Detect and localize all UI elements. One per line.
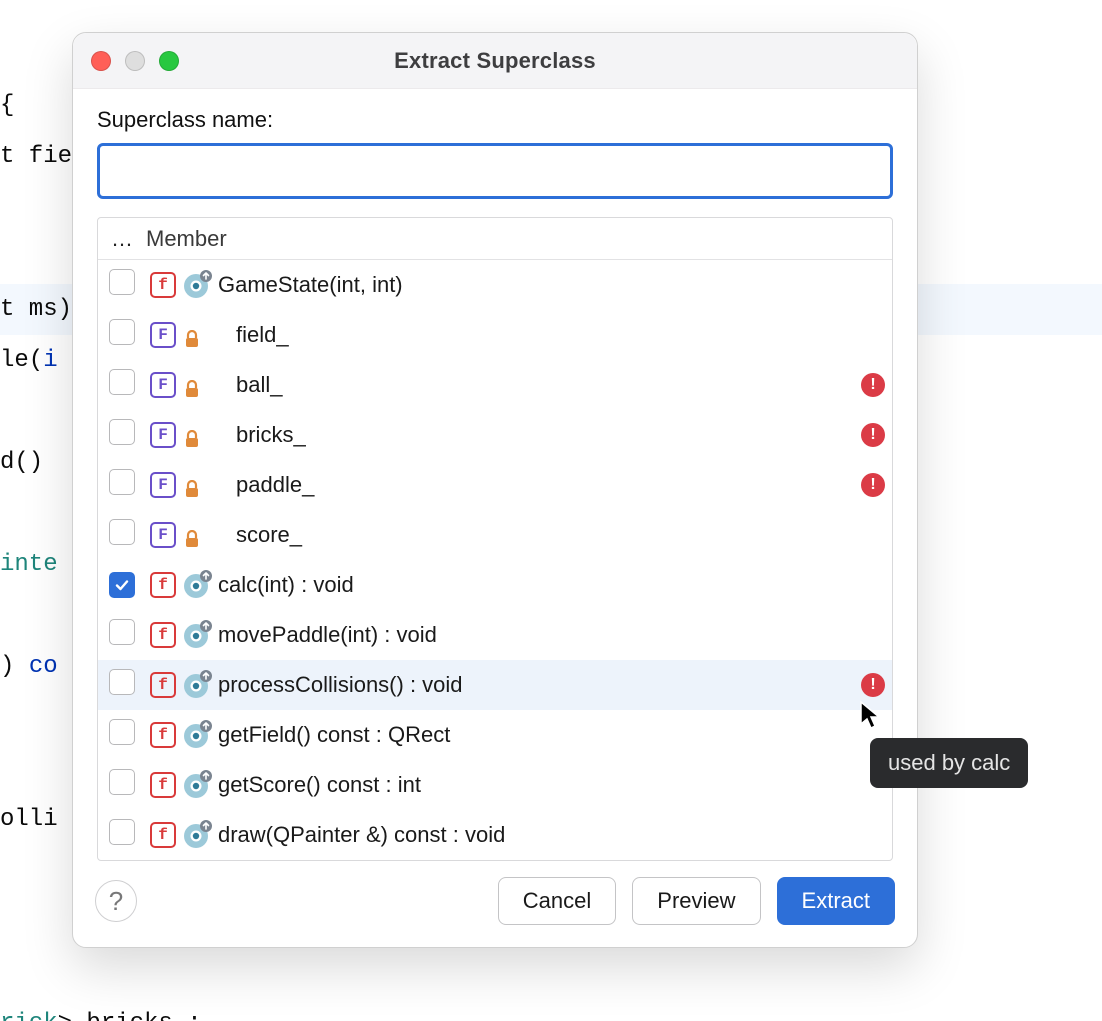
member-checkbox[interactable]: [109, 369, 135, 395]
member-label: field_: [236, 322, 289, 348]
function-kind-icon: f: [150, 572, 176, 598]
members-table-header: … Member: [98, 218, 892, 260]
member-row[interactable]: Ffield_: [98, 310, 892, 360]
member-row[interactable]: f movePaddle(int) : void: [98, 610, 892, 660]
tooltip-text: used by calc: [888, 750, 1010, 775]
override-up-icon: [182, 820, 212, 850]
member-row[interactable]: f calc(int) : void: [98, 560, 892, 610]
dependency-tooltip: used by calc: [870, 738, 1028, 788]
member-label: processCollisions() : void: [218, 672, 463, 698]
window-controls: [91, 51, 179, 71]
field-kind-icon: F: [150, 322, 176, 348]
extract-superclass-dialog: Extract Superclass Superclass name: … Me…: [72, 32, 918, 948]
lock-icon: [184, 328, 200, 346]
member-label: getField() const : QRect: [218, 722, 450, 748]
member-label: score_: [236, 522, 302, 548]
override-up-icon: [182, 570, 212, 600]
lock-icon: [184, 378, 200, 396]
member-label: getScore() const : int: [218, 772, 421, 798]
member-label: ball_: [236, 372, 282, 398]
override-up-icon: [182, 620, 212, 650]
minimize-window-button[interactable]: [125, 51, 145, 71]
member-checkbox[interactable]: [109, 269, 135, 295]
member-row[interactable]: f processCollisions() : void!: [98, 660, 892, 710]
member-label: GameState(int, int): [218, 272, 403, 298]
cancel-button[interactable]: Cancel: [498, 877, 616, 925]
field-kind-icon: F: [150, 522, 176, 548]
field-kind-icon: F: [150, 372, 176, 398]
lock-icon: [184, 478, 200, 496]
column-header-check: …: [98, 226, 142, 252]
override-up-icon: [182, 770, 212, 800]
dialog-title: Extract Superclass: [73, 48, 917, 74]
code-line: rick> bricks_;: [0, 998, 1102, 1021]
override-up-icon: [182, 720, 212, 750]
member-row[interactable]: Fball_!: [98, 360, 892, 410]
dialog-footer: ? Cancel Preview Extract: [73, 861, 917, 947]
members-table: … Member fGameState(int, int)Ffield_Fbal…: [97, 217, 893, 861]
close-window-button[interactable]: [91, 51, 111, 71]
member-row[interactable]: f GameState(int, int): [98, 260, 892, 310]
dependency-warning-icon[interactable]: !: [861, 373, 885, 397]
code-line: [0, 947, 1102, 998]
member-label: draw(QPainter &) const : void: [218, 822, 505, 848]
member-checkbox[interactable]: [109, 719, 135, 745]
member-row[interactable]: f draw(QPainter &) const : void: [98, 810, 892, 860]
member-row[interactable]: Fbricks_!: [98, 410, 892, 460]
field-kind-icon: F: [150, 472, 176, 498]
field-kind-icon: F: [150, 422, 176, 448]
member-label: movePaddle(int) : void: [218, 622, 437, 648]
function-kind-icon: f: [150, 272, 176, 298]
member-checkbox[interactable]: [109, 669, 135, 695]
member-row[interactable]: f getScore() const : int: [98, 760, 892, 810]
dependency-warning-icon[interactable]: !: [861, 473, 885, 497]
dependency-warning-icon[interactable]: !: [861, 423, 885, 447]
member-checkbox[interactable]: [109, 619, 135, 645]
superclass-name-input[interactable]: [97, 143, 893, 199]
member-row[interactable]: Fpaddle_!: [98, 460, 892, 510]
extract-button[interactable]: Extract: [777, 877, 895, 925]
member-label: bricks_: [236, 422, 306, 448]
member-checkbox[interactable]: [109, 819, 135, 845]
function-kind-icon: f: [150, 622, 176, 648]
member-checkbox[interactable]: [109, 319, 135, 345]
dialog-titlebar: Extract Superclass: [73, 33, 917, 89]
member-row[interactable]: f getField() const : QRect: [98, 710, 892, 760]
lock-icon: [184, 528, 200, 546]
member-row[interactable]: Fscore_: [98, 510, 892, 560]
override-up-icon: [182, 670, 212, 700]
function-kind-icon: f: [150, 822, 176, 848]
member-checkbox[interactable]: [109, 419, 135, 445]
zoom-window-button[interactable]: [159, 51, 179, 71]
function-kind-icon: f: [150, 772, 176, 798]
function-kind-icon: f: [150, 722, 176, 748]
member-checkbox[interactable]: [109, 519, 135, 545]
member-checkbox[interactable]: [109, 572, 135, 598]
function-kind-icon: f: [150, 672, 176, 698]
member-label: calc(int) : void: [218, 572, 354, 598]
lock-icon: [184, 428, 200, 446]
superclass-name-label: Superclass name:: [97, 107, 893, 133]
member-checkbox[interactable]: [109, 769, 135, 795]
member-checkbox[interactable]: [109, 469, 135, 495]
override-up-icon: [182, 270, 212, 300]
member-label: paddle_: [236, 472, 314, 498]
column-header-member: Member: [142, 226, 854, 252]
dependency-warning-icon[interactable]: !: [861, 673, 885, 697]
help-button[interactable]: ?: [95, 880, 137, 922]
preview-button[interactable]: Preview: [632, 877, 760, 925]
